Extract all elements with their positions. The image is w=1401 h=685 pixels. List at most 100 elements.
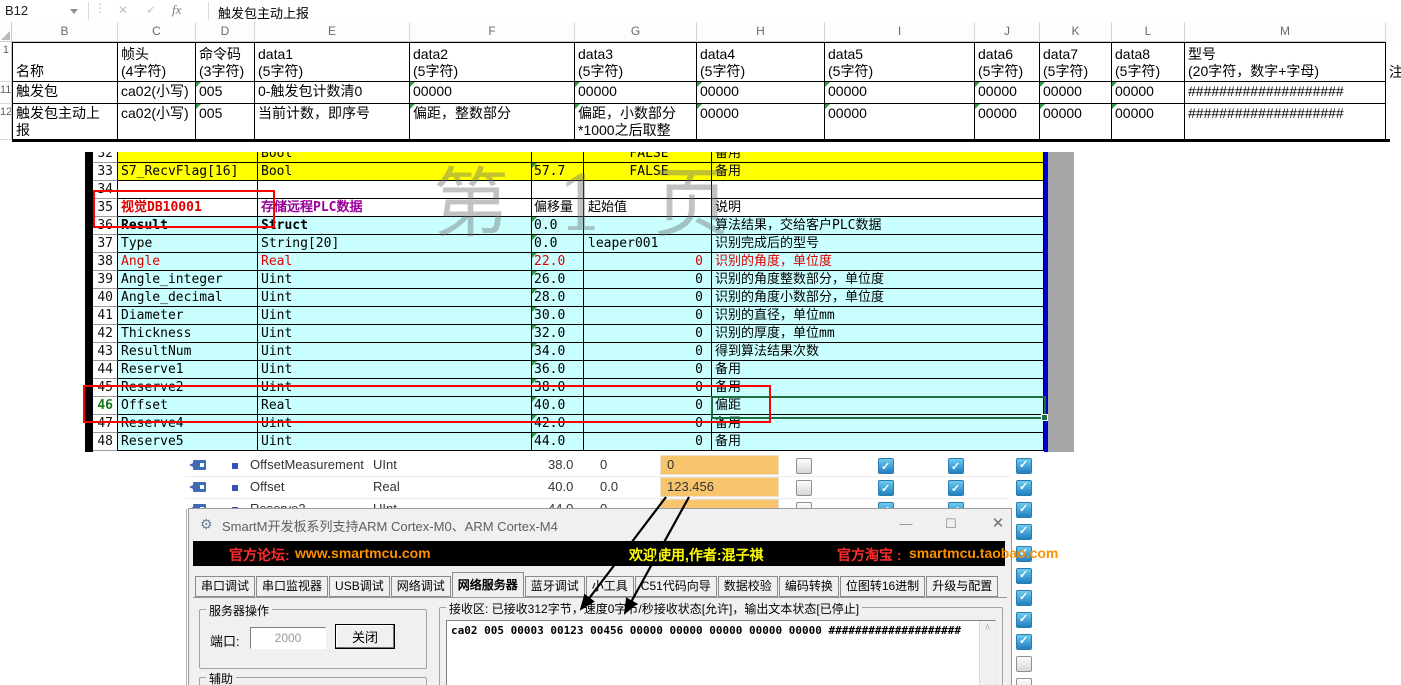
- cell[interactable]: 00000: [825, 104, 975, 140]
- cell-start-value[interactable]: 0: [584, 433, 712, 451]
- watch-table-row[interactable]: OffsetMeasurement UInt 38.0 0 0: [185, 454, 1040, 477]
- cell-start-value[interactable]: FALSE: [584, 163, 712, 181]
- cell[interactable]: 型号 (20字符，数字+字母): [1185, 42, 1386, 82]
- cell-description[interactable]: 备用: [712, 379, 1044, 397]
- cell-name[interactable]: Type: [118, 235, 258, 253]
- cell-offset[interactable]: 32.0: [532, 325, 584, 343]
- cell[interactable]: 00000: [1112, 82, 1185, 104]
- cell-start-value[interactable]: FALSE: [584, 152, 712, 163]
- cell-name[interactable]: Reserve5: [118, 433, 258, 451]
- cell[interactable]: data2 (5字符): [410, 42, 575, 82]
- cell-name[interactable]: S7_RecvFlag[16]: [118, 163, 258, 181]
- cell-offset[interactable]: 26.0: [532, 271, 584, 289]
- row-number[interactable]: 1: [0, 42, 12, 82]
- cell[interactable]: ####################: [1185, 104, 1386, 140]
- tag-name[interactable]: Offset: [250, 478, 284, 496]
- tag-name[interactable]: OffsetMeasurement: [250, 456, 364, 474]
- cell-type[interactable]: Uint: [258, 379, 532, 397]
- cell[interactable]: 帧头 (4字符): [118, 42, 196, 82]
- cell[interactable]: 00000: [697, 82, 825, 104]
- row-number[interactable]: 35: [93, 199, 118, 217]
- cell-start-value[interactable]: 0: [584, 253, 712, 271]
- cell-description[interactable]: 备用: [712, 433, 1044, 451]
- cell-type[interactable]: Uint: [258, 361, 532, 379]
- cell-type[interactable]: Uint: [258, 415, 532, 433]
- tag-start-value[interactable]: 0.0: [600, 478, 618, 496]
- column-header[interactable]: B: [12, 22, 118, 42]
- column-header[interactable]: D: [196, 22, 255, 42]
- cell[interactable]: ca02(小写): [118, 82, 196, 104]
- cell-name[interactable]: Reserve1: [118, 361, 258, 379]
- row-number[interactable]: 34: [93, 181, 118, 199]
- column-header[interactable]: L: [1112, 22, 1185, 42]
- tab[interactable]: 数据校验: [718, 576, 778, 597]
- cell-type[interactable]: Struct: [258, 217, 532, 235]
- column-header[interactable]: F: [410, 22, 575, 42]
- cell[interactable]: 偏距，小数部分 *1000之后取整: [575, 104, 697, 140]
- checkbox-checked[interactable]: [1016, 568, 1032, 584]
- tag-type[interactable]: Real: [373, 478, 400, 496]
- checkbox-checked[interactable]: [1016, 524, 1032, 540]
- cell[interactable]: 名称: [12, 42, 118, 82]
- cell-description[interactable]: 说明: [712, 199, 1044, 217]
- row-number[interactable]: 36: [93, 217, 118, 235]
- cell[interactable]: [1386, 104, 1401, 140]
- checkbox-checked[interactable]: [1016, 590, 1032, 606]
- cell-description[interactable]: 识别的直径，单位mm: [712, 307, 1044, 325]
- row-number[interactable]: 11: [0, 82, 12, 104]
- row-number[interactable]: 37: [93, 235, 118, 253]
- port-input[interactable]: [250, 627, 326, 649]
- cell-description[interactable]: 得到算法结果次数: [712, 343, 1044, 361]
- receive-textarea[interactable]: ca02 005 00003 00123 00456 00000 00000 0…: [446, 620, 996, 685]
- tab[interactable]: 串口监视器: [256, 576, 328, 597]
- taobao-url[interactable]: smartmcu.taobao.com: [909, 545, 1058, 561]
- cell-description[interactable]: 偏距: [712, 397, 1044, 415]
- cell-offset[interactable]: 30.0: [532, 307, 584, 325]
- cell-type[interactable]: Bool: [258, 163, 532, 181]
- cell-type[interactable]: String[20]: [258, 235, 532, 253]
- cell-offset[interactable]: [532, 181, 584, 199]
- column-header[interactable]: H: [697, 22, 825, 42]
- cell[interactable]: 005: [196, 82, 255, 104]
- cell[interactable]: data1 (5字符): [255, 42, 410, 82]
- tag-offset[interactable]: 38.0: [548, 456, 573, 474]
- row-number[interactable]: 41: [93, 307, 118, 325]
- cell[interactable]: data6 (5字符): [975, 42, 1040, 82]
- close-button[interactable]: ✕: [981, 513, 1015, 535]
- cell-description[interactable]: 备用: [712, 361, 1044, 379]
- confirm-icon[interactable]: ✓: [146, 3, 156, 17]
- cell-description[interactable]: 备用: [712, 163, 1044, 181]
- scrollbar[interactable]: ∧: [979, 621, 995, 685]
- checkbox-checked[interactable]: [948, 480, 964, 496]
- cell-offset[interactable]: 22.0: [532, 253, 584, 271]
- cell[interactable]: ca02(小写): [118, 104, 196, 140]
- tab[interactable]: 小工具: [586, 576, 634, 597]
- tab[interactable]: 升级与配置: [926, 576, 998, 597]
- formula-input[interactable]: 触发包主动上报: [218, 3, 309, 22]
- checkbox-unchecked[interactable]: [796, 458, 812, 474]
- chevron-down-icon[interactable]: [70, 9, 78, 14]
- row-number[interactable]: 42: [93, 325, 118, 343]
- cell-type[interactable]: Uint: [258, 433, 532, 451]
- cell[interactable]: 00000: [1112, 104, 1185, 140]
- cell-offset[interactable]: 57.7: [532, 163, 584, 181]
- cell-description[interactable]: 算法结果，交给客户PLC数据: [712, 217, 1044, 235]
- row-number[interactable]: 43: [93, 343, 118, 361]
- cell-name[interactable]: [118, 181, 258, 199]
- cell-offset[interactable]: 0.0: [532, 235, 584, 253]
- cell-description[interactable]: 备用: [712, 152, 1044, 163]
- select-all-corner[interactable]: [0, 22, 12, 42]
- tab[interactable]: 位图转16进制: [840, 576, 925, 597]
- checkbox-unchecked[interactable]: [796, 480, 812, 496]
- tab[interactable]: C51代码向导: [635, 576, 717, 597]
- column-header[interactable]: E: [255, 22, 410, 42]
- cell-name[interactable]: Offset: [118, 397, 258, 415]
- cell-type[interactable]: Real: [258, 397, 532, 415]
- cell-name[interactable]: Result: [118, 217, 258, 235]
- cell-name[interactable]: Reserve2: [118, 379, 258, 397]
- cell-name[interactable]: Thickness: [118, 325, 258, 343]
- row-number[interactable]: 47: [93, 415, 118, 433]
- cell-start-value[interactable]: 0: [584, 397, 712, 415]
- column-header[interactable]: I: [825, 22, 975, 42]
- cell-start-value[interactable]: 0: [584, 361, 712, 379]
